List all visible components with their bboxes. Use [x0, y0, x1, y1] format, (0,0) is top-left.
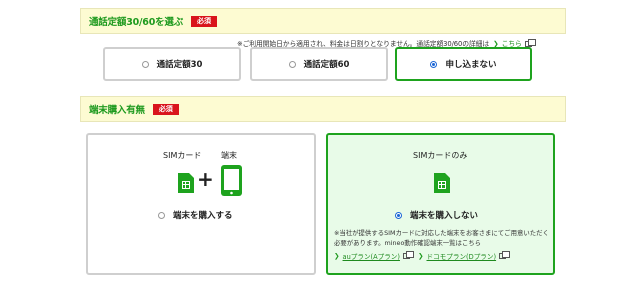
option-no-apply[interactable]: 申し込まない	[395, 47, 532, 81]
call-plan-title: 通話定額30/60を選ぶ	[89, 17, 184, 28]
chevron-right-icon: ❯	[334, 252, 340, 260]
sim-card-icon	[434, 173, 450, 193]
device-label: 端末	[221, 151, 237, 160]
chevron-right-icon: ❯	[417, 252, 424, 260]
required-badge: 必須	[191, 15, 218, 27]
option-call-30[interactable]: 通話定額30	[103, 47, 241, 81]
option-call-60[interactable]: 通話定額60	[250, 47, 388, 81]
choice-label: 端末を購入する	[173, 211, 233, 221]
radio-icon[interactable]	[158, 211, 165, 219]
card-sim-only[interactable]: SIMカードのみ 端末を購入しない ※当社が提供するSIMカードに対応した端末を…	[326, 133, 555, 275]
option-label: 通話定額30	[156, 60, 203, 70]
plan-links: ❯ auプラン(Aプラン) ❯ ドコモプラン(Dプラン)	[334, 251, 511, 261]
external-window-icon	[499, 251, 511, 259]
card-buy-device[interactable]: SIMカード 端末 + 端末を購入する	[86, 133, 316, 275]
radio-selected-icon[interactable]	[395, 211, 402, 219]
sim-only-note: ※当社が提供するSIMカードに対応した端末をお客さまにてご用意いただく必要があり…	[334, 229, 549, 247]
choice-no-device[interactable]: 端末を購入しない	[395, 209, 478, 221]
au-plan-link[interactable]: auプラン(Aプラン)	[343, 251, 400, 261]
sim-only-label: SIMカードのみ	[413, 151, 468, 160]
choice-buy-device[interactable]: 端末を購入する	[158, 209, 233, 221]
device-header: 端末購入有無 必須	[80, 96, 566, 122]
call-plan-header: 通話定額30/60を選ぶ 必須	[80, 8, 566, 34]
choice-label: 端末を購入しない	[410, 211, 479, 221]
plus-sign: +	[197, 167, 214, 191]
sim-card-label: SIMカード	[163, 151, 202, 160]
sim-card-icon	[178, 173, 194, 193]
required-badge: 必須	[152, 103, 179, 115]
docomo-plan-link[interactable]: ドコモプラン(Dプラン)	[427, 251, 497, 261]
option-label: 申し込まない	[445, 60, 497, 70]
external-window-icon	[402, 251, 414, 259]
device-title: 端末購入有無	[89, 105, 145, 116]
smartphone-icon	[221, 165, 242, 196]
radio-icon[interactable]	[141, 60, 149, 68]
radio-selected-icon[interactable]	[430, 60, 438, 68]
radio-icon[interactable]	[288, 60, 296, 68]
option-label: 通話定額60	[303, 60, 350, 70]
